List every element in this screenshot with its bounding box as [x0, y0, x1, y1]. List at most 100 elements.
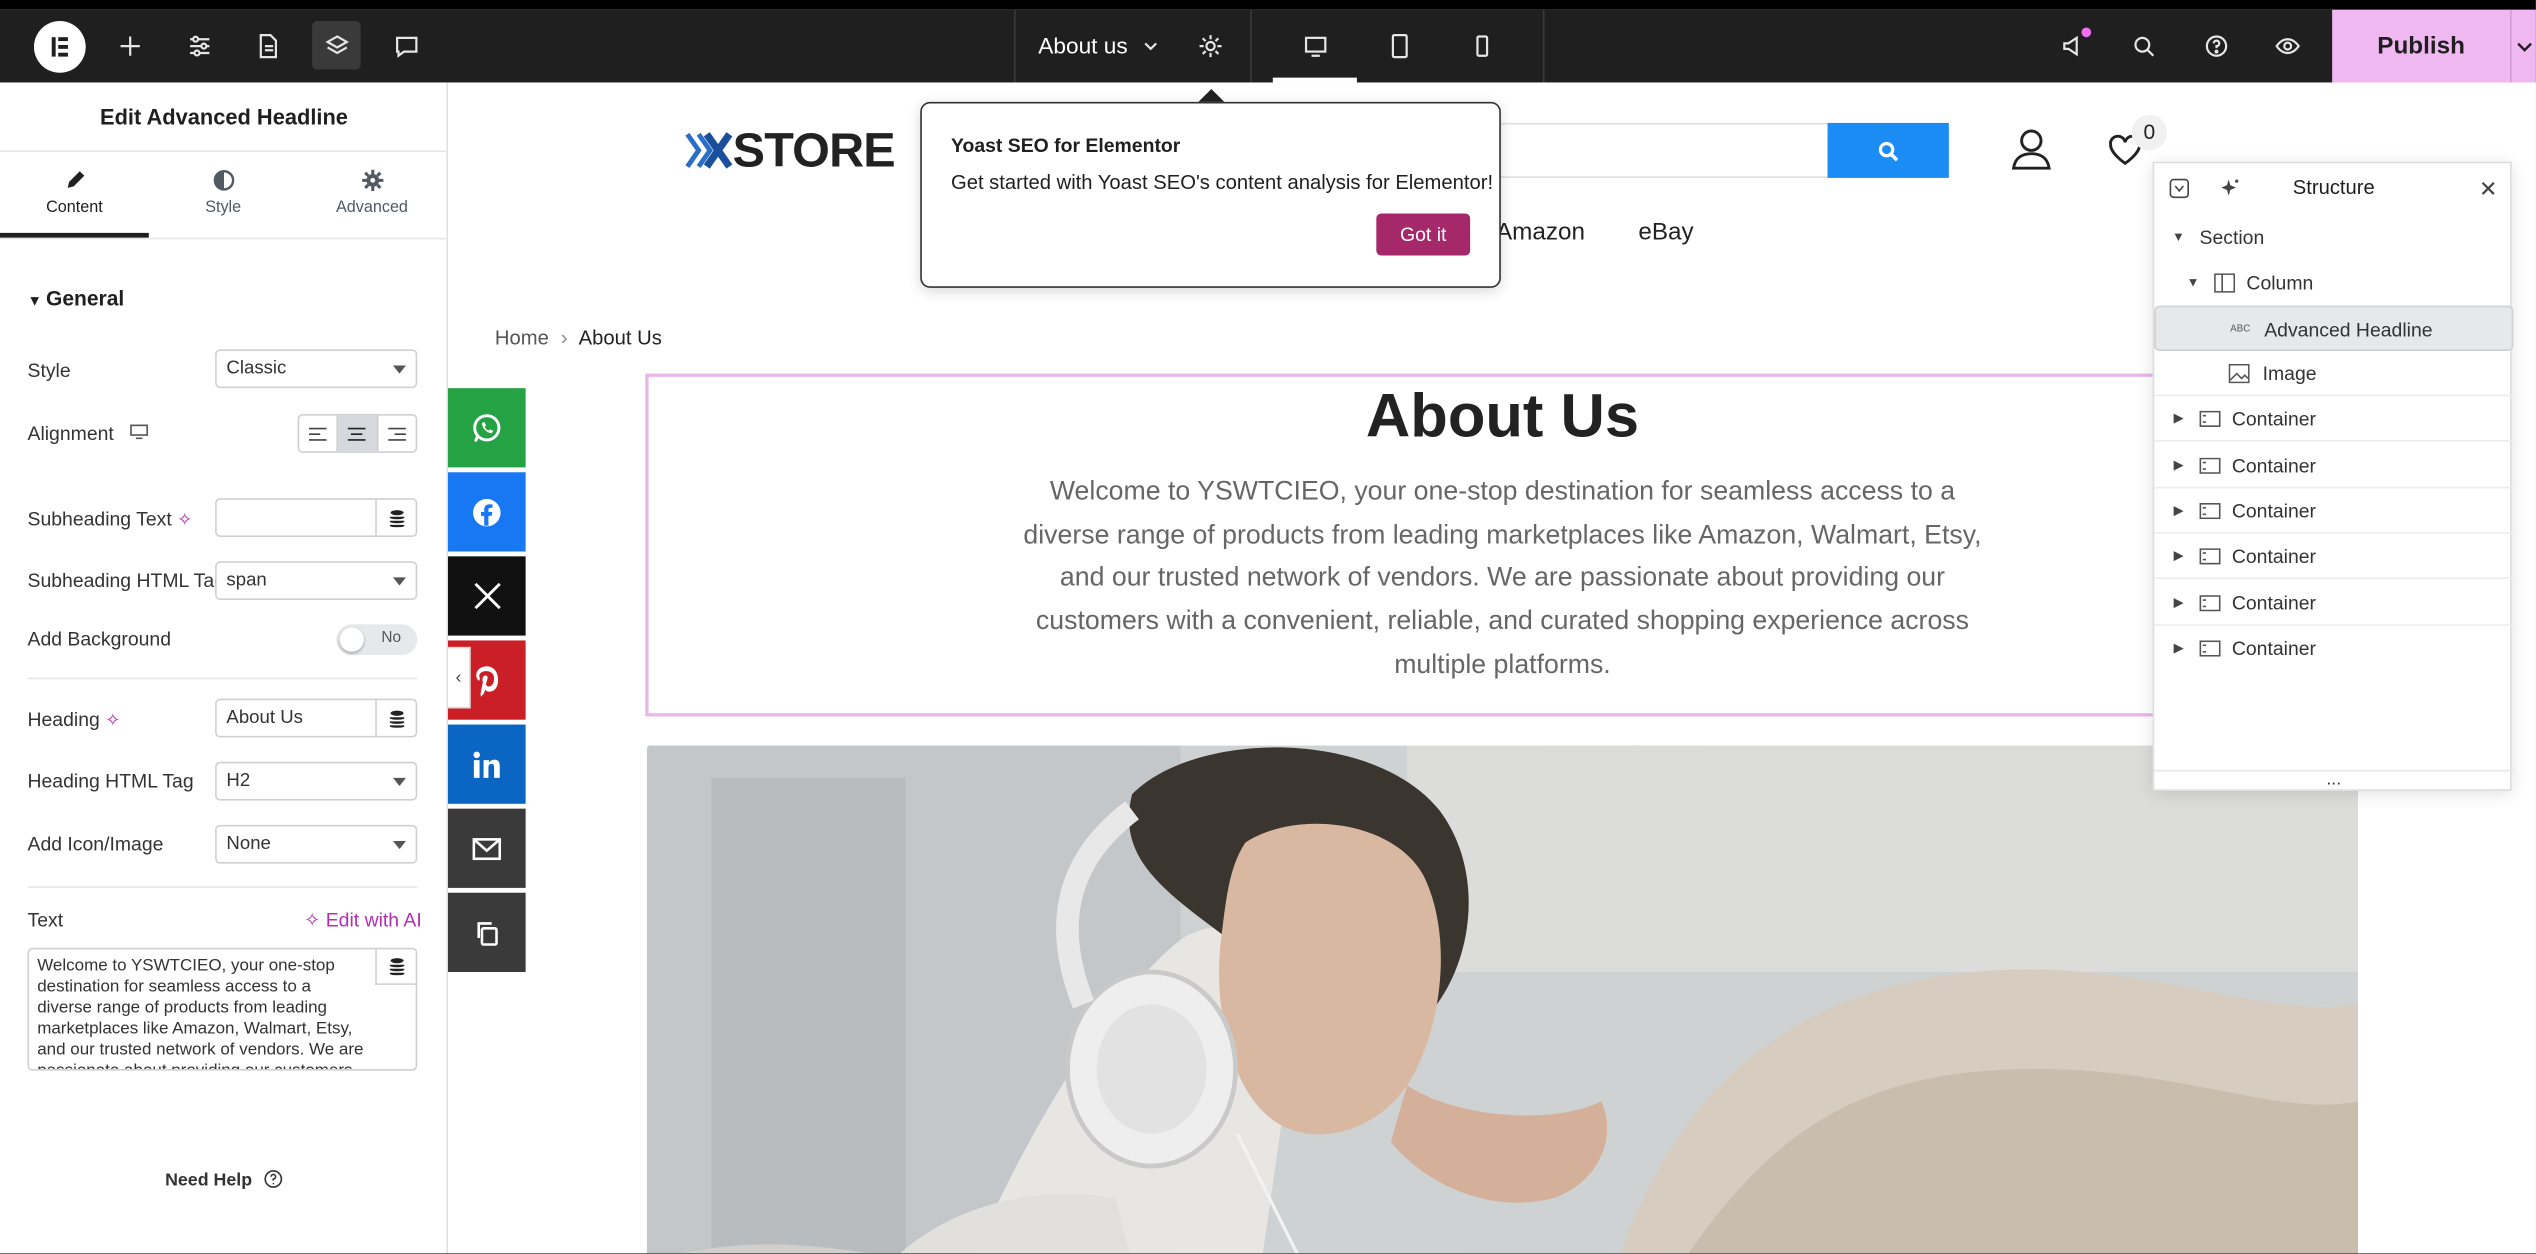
alignment-label: Alignment [27, 422, 148, 445]
need-help-link[interactable]: Need Help [0, 1169, 448, 1190]
structure-layers-icon[interactable] [312, 21, 361, 70]
nav-link-amazon[interactable]: Amazon [1496, 218, 1585, 245]
container-icon [2199, 548, 2221, 565]
ai-sparkle-icon[interactable]: ✧ [105, 712, 120, 731]
facebook-icon [473, 498, 501, 526]
structure-item-image[interactable]: Image [2154, 351, 2514, 397]
nav-link-ebay[interactable]: eBay [1638, 218, 1693, 245]
style-label: Style [27, 359, 71, 382]
text-value: Welcome to YSWTCIEO, your one-stop desti… [37, 955, 364, 1069]
share-copy-button[interactable] [447, 892, 526, 972]
publish-options-chevron-icon[interactable] [2510, 9, 2536, 83]
heading-tag-select[interactable]: H2 [215, 761, 418, 801]
divider [27, 886, 418, 888]
about-heading: About Us [1365, 383, 1640, 452]
about-intro-text: Welcome to YSWTCIEO, your one-stop desti… [1023, 477, 1982, 679]
notifications-megaphone-icon[interactable] [2048, 21, 2097, 70]
subheading-tag-label: Subheading HTML Tag [27, 569, 225, 592]
caret-right-icon: ▶ [2173, 640, 2184, 656]
structure-item-container[interactable]: ▶ Container [2154, 534, 2514, 579]
share-email-button[interactable] [447, 808, 526, 888]
panel-collapse-chevron-icon[interactable]: ‹ [447, 646, 471, 709]
add-icon-value: None [226, 834, 271, 854]
section-general-toggle[interactable]: ▼ General [27, 286, 124, 310]
popup-pointer [1198, 88, 1225, 102]
share-facebook-button[interactable] [447, 472, 526, 552]
site-search-input[interactable] [1483, 122, 1830, 178]
breadcrumb-home[interactable]: Home [495, 327, 549, 350]
caret-icon [393, 577, 406, 586]
got-it-button[interactable]: Got it [1376, 213, 1471, 256]
heading-input[interactable]: About Us [215, 698, 418, 738]
structure-resize-handle[interactable]: ... [2154, 769, 2514, 793]
heading-value: About Us [226, 708, 303, 728]
structure-item-column[interactable]: ▼ Column [2154, 260, 2513, 305]
page-title-dropdown[interactable]: About us [1038, 10, 1127, 83]
breadcrumb-current: About Us [578, 326, 662, 350]
advanced-headline-widget[interactable]: About Us Welcome to YSWTCIEO, your one-s… [645, 373, 2360, 717]
page-gear-icon[interactable] [1185, 21, 1234, 70]
structure-navigator-panel: Structure ▼ Section ▼ Column ABC Advanced H… [2152, 161, 2514, 793]
tablet-icon[interactable] [1375, 21, 1424, 70]
toggle-state-label: No [381, 629, 402, 647]
dynamic-tags-icon[interactable] [375, 949, 416, 985]
mobile-icon[interactable] [1457, 21, 1506, 70]
comments-icon[interactable] [382, 21, 431, 70]
preview-eye-icon[interactable] [2263, 21, 2312, 70]
tab-advanced[interactable]: Advanced [298, 152, 447, 238]
add-background-toggle[interactable]: No [336, 624, 418, 656]
share-linkedin-button[interactable] [447, 724, 526, 804]
add-element-icon[interactable] [105, 21, 154, 70]
structure-item-section[interactable]: ▼ Section [2154, 215, 2513, 260]
tab-content[interactable]: Content [0, 152, 149, 238]
structure-item-container[interactable]: ▶ Container [2154, 581, 2514, 626]
style-select[interactable]: Classic [215, 349, 418, 389]
copy-icon [477, 921, 498, 945]
share-x-button[interactable] [447, 556, 526, 636]
desktop-icon[interactable] [1291, 21, 1340, 70]
widget-settings-panel: Edit Advanced Headline Content Style Adv… [0, 82, 448, 1254]
close-icon[interactable] [2479, 180, 2497, 198]
share-whatsapp-button[interactable] [447, 388, 526, 468]
about-hero-image[interactable] [646, 745, 2359, 1254]
structure-item-container[interactable]: ▶ Container [2154, 443, 2514, 489]
image-icon [2228, 363, 2250, 384]
tab-style[interactable]: Style [149, 152, 298, 238]
structure-item-container[interactable]: ▶ Container [2154, 396, 2514, 442]
site-logo[interactable]: STORE [684, 124, 896, 180]
dynamic-tags-icon[interactable] [375, 499, 415, 536]
user-account-icon[interactable] [2010, 128, 2052, 170]
align-center-icon[interactable] [338, 415, 378, 452]
structure-item-label: Container [2231, 545, 2317, 568]
section-general-label: General [45, 286, 125, 311]
whatsapp-icon [473, 413, 501, 442]
gear-icon [361, 169, 383, 191]
text-editor-area[interactable]: Welcome to YSWTCIEO, your one-stop desti… [27, 947, 418, 1071]
logo-text: STORE [732, 124, 896, 178]
site-search-button[interactable] [1827, 122, 1949, 178]
add-icon-select[interactable]: None [215, 824, 418, 864]
chevron-down-icon[interactable] [1126, 21, 1175, 70]
align-left-icon[interactable] [299, 415, 339, 452]
structure-item-container[interactable]: ▶ Container [2154, 488, 2514, 534]
structure-item-advanced-headline[interactable]: ABC Advanced Headline [2154, 305, 2514, 351]
caret-icon [393, 840, 406, 850]
page-settings-icon[interactable] [243, 21, 292, 70]
responsive-desktop-icon[interactable] [129, 424, 148, 440]
edit-with-ai-link[interactable]: ✧ Edit with AI [304, 909, 422, 932]
text-label: Text [27, 908, 64, 932]
ai-sparkle-icon[interactable]: ✧ [177, 511, 192, 530]
notification-dot [2081, 27, 2092, 38]
elementor-logo-icon[interactable] [33, 21, 86, 73]
dynamic-tags-icon[interactable] [375, 700, 415, 736]
subheading-text-input[interactable] [215, 498, 418, 537]
help-icon[interactable] [2191, 21, 2240, 70]
structure-item-label: Container [2231, 407, 2317, 431]
align-right-icon[interactable] [378, 416, 416, 452]
container-icon [2199, 410, 2221, 427]
publish-button[interactable]: Publish [2332, 9, 2511, 83]
site-settings-icon[interactable] [175, 21, 224, 70]
structure-item-container[interactable]: ▶ Container [2154, 626, 2513, 671]
search-icon[interactable] [2119, 21, 2168, 70]
subheading-tag-select[interactable]: span [215, 561, 418, 601]
